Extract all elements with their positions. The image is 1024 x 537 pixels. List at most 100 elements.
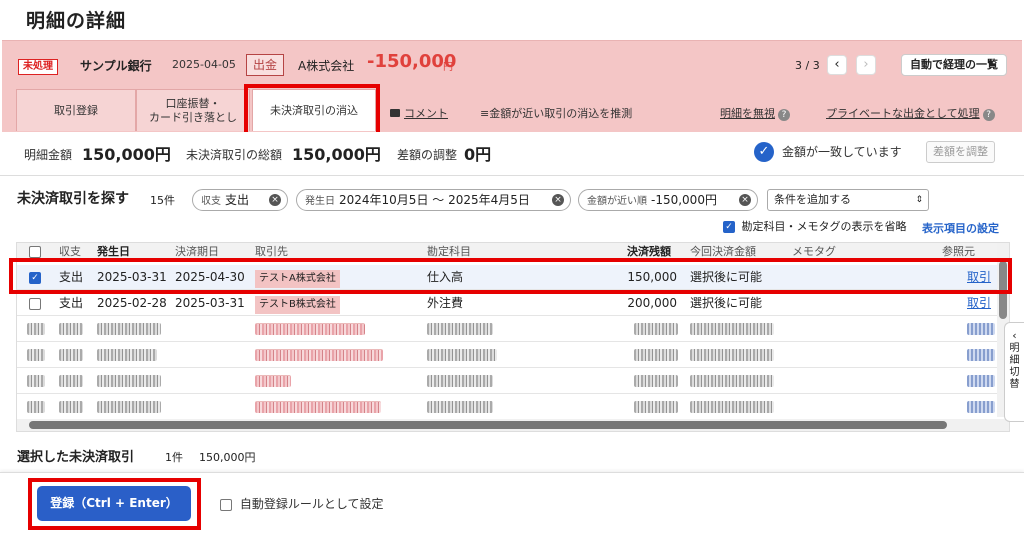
omit-label: 勘定科目・メモタグの表示を省略	[741, 220, 907, 233]
col-remaining: 決済残額	[627, 245, 671, 258]
row-type: 支出	[59, 296, 84, 310]
suggest-label: 金額が近い取引の消込を推測	[489, 107, 633, 120]
auto-rule-label: 自動登録ルールとして設定	[239, 497, 384, 511]
col-date[interactable]: 発生日	[97, 243, 130, 260]
unsettled-total-value: 150,000円	[292, 145, 381, 164]
row-checkbox[interactable]	[29, 297, 41, 310]
match-text: 金額が一致しています	[782, 145, 902, 159]
chip-key: 収支	[201, 196, 221, 207]
partner-tag: テストA株式会社	[255, 270, 340, 288]
result-count: 15件	[150, 194, 175, 207]
col-memo: メモタグ	[792, 245, 836, 258]
adjust-diff-button[interactable]: 差額を調整	[926, 141, 995, 163]
summary-bar: 明細金額 150,000円 未決済取引の総額 150,000円 差額の調整 0円…	[0, 132, 1024, 176]
pager-position: 3 / 3	[795, 59, 820, 72]
help-icon: ?	[778, 109, 790, 121]
bank-name: サンプル銀行	[80, 59, 152, 73]
add-condition-select[interactable]: 条件を追加する ⇕	[767, 189, 929, 211]
tab-label: カード引き落とし	[149, 110, 237, 124]
tab-reconcile[interactable]: 未決済取引の消込	[252, 89, 376, 131]
col-this-time: 今回決済金額	[690, 245, 756, 258]
row-this-time: 選択後に可能	[690, 296, 763, 310]
row-checkbox[interactable]: ✓	[29, 271, 41, 284]
table-row[interactable]: ✓ 支出 2025-03-31 2025-04-30 テストA株式会社 仕入高 …	[17, 265, 997, 290]
tab-register[interactable]: 取引登録	[16, 89, 136, 131]
transaction-header: 未処理 サンプル銀行 2025-04-05 出金 A株式会社 -150,000 …	[2, 40, 1022, 132]
tab-label: 取引登録	[54, 103, 98, 117]
auto-rule-checkbox[interactable]	[220, 498, 232, 511]
chip-key: 金額が近い順	[587, 196, 647, 207]
row-account: 仕入高	[427, 270, 464, 284]
row-this-time: 選択後に可能	[690, 270, 763, 284]
row-type: 支出	[59, 270, 84, 284]
comment-label: コメント	[404, 107, 448, 120]
prev-button[interactable]: ‹	[827, 55, 847, 75]
row-ref-link[interactable]: 取引	[967, 291, 991, 316]
blurred-row	[17, 395, 997, 420]
type-badge: 出金	[246, 54, 285, 76]
tab-label: 未決済取引の消込	[270, 103, 358, 117]
auto-list-button[interactable]: 自動で経理の一覧	[901, 54, 1007, 76]
selected-title: 選択した未決済取引	[17, 450, 135, 465]
ignore-link[interactable]: 明細を無視?	[720, 105, 790, 121]
filter-chip-amount[interactable]: 金額が近い順 -150,000円 ×	[578, 189, 758, 211]
auto-rule-option[interactable]: 自動登録ルールとして設定	[220, 495, 383, 512]
diff-label: 差額の調整	[397, 148, 458, 162]
detail-amount-label: 明細金額	[24, 148, 73, 162]
updown-icon: ⇕	[915, 195, 923, 205]
chip-value: -150,000円	[651, 193, 717, 207]
private-label: プライベートな出金として処理	[826, 107, 980, 120]
comment-link[interactable]: コメント	[390, 105, 448, 121]
chevron-left-icon: ‹	[1012, 329, 1017, 342]
vertical-scroll-thumb[interactable]	[999, 261, 1007, 319]
tab-transfer[interactable]: 口座振替・ カード引き落とし	[136, 89, 250, 131]
next-button[interactable]: ›	[856, 55, 876, 75]
table-row[interactable]: 支出 2025-02-28 2025-03-31 テストB株式会社 外注費 20…	[17, 291, 997, 316]
register-button[interactable]: 登録（Ctrl + Enter）	[37, 486, 191, 521]
selected-count: 1件	[165, 451, 183, 464]
list-icon: ≡	[480, 107, 490, 120]
unsettled-total-label: 未決済取引の総額	[186, 148, 283, 162]
remove-icon[interactable]: ×	[739, 194, 751, 206]
selected-amount: 150,000円	[199, 451, 256, 464]
chip-value: 2024年10月5日 ～ 2025年4月5日	[339, 193, 530, 207]
diff-value: 0円	[464, 145, 492, 164]
select-all-checkbox[interactable]	[29, 243, 41, 260]
row-due: 2025-03-31	[175, 296, 245, 310]
comment-icon	[390, 109, 400, 117]
filter-chip-date[interactable]: 発生日 2024年10月5日 ～ 2025年4月5日 ×	[296, 189, 571, 211]
tab-label: 口座振替・	[165, 96, 221, 110]
omit-checkbox[interactable]: ✓	[723, 221, 735, 233]
ignore-label: 明細を無視	[720, 107, 775, 120]
col-ref: 参照元	[942, 245, 975, 258]
blurred-row	[17, 317, 997, 342]
blurred-row	[17, 343, 997, 368]
display-settings-link[interactable]: 表示項目の設定	[922, 220, 999, 236]
partner-name: A株式会社	[298, 59, 355, 73]
omit-option[interactable]: ✓ 勘定科目・メモタグの表示を省略	[723, 218, 907, 234]
horizontal-scroll-thumb[interactable]	[29, 421, 947, 429]
chip-key: 発生日	[305, 196, 335, 207]
col-partner: 取引先	[255, 245, 288, 258]
suggest-link[interactable]: ≡金額が近い取引の消込を推測	[480, 105, 632, 121]
row-date: 2025-02-28	[97, 296, 167, 310]
detail-amount-value: 150,000円	[82, 145, 171, 164]
remove-icon[interactable]: ×	[269, 194, 281, 206]
private-link[interactable]: プライベートな出金として処理?	[826, 105, 995, 121]
table-header	[17, 243, 1009, 260]
amount-unit: 円	[443, 62, 453, 73]
chip-value: 支出	[225, 193, 250, 207]
row-account: 外注費	[427, 296, 464, 310]
partner-tag: テストB株式会社	[255, 296, 340, 314]
status-badge: 未処理	[18, 59, 58, 75]
detail-switch-tab[interactable]: ‹ 明細切替	[1004, 322, 1024, 422]
row-ref-link[interactable]: 取引	[967, 265, 991, 290]
page-title: 明細の詳細	[0, 0, 1024, 40]
remove-icon[interactable]: ×	[552, 194, 564, 206]
help-icon: ?	[982, 109, 995, 121]
filter-chip-type[interactable]: 収支 支出 ×	[192, 189, 288, 211]
search-title: 未決済取引を探す	[17, 191, 129, 207]
select-value: 条件を追加する	[774, 193, 851, 206]
row-date: 2025-03-31	[97, 270, 167, 284]
col-due: 決済期日	[175, 245, 219, 258]
